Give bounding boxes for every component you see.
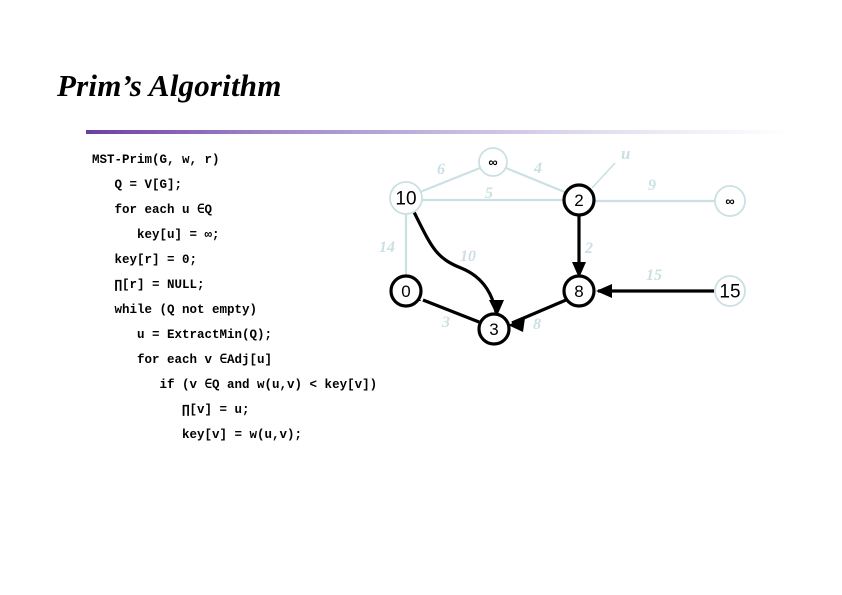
edge-weight-w10: 10	[460, 248, 476, 265]
graph-node-inf-right: ∞	[714, 185, 746, 217]
pointer-leader-line	[591, 162, 616, 189]
node-label: ∞	[488, 155, 497, 170]
node-label: 0	[401, 282, 410, 301]
graph-node-n15: 15	[714, 275, 746, 307]
graph-node-n2: 2	[562, 183, 596, 217]
edge-weight-w2: 2	[584, 240, 593, 257]
edge-weight-w15: 15	[646, 267, 662, 284]
node-label: 8	[574, 282, 583, 301]
graph-node-n8: 8	[562, 274, 596, 308]
node-label: 10	[395, 189, 416, 210]
graph-node-n0: 0	[389, 274, 423, 308]
graph-node-n10: 10	[389, 181, 423, 215]
edge-weight-w3: 3	[441, 314, 450, 331]
dim-edges	[404, 166, 715, 276]
node-label: ∞	[725, 194, 734, 209]
graph-edge-labels: 6 4 5 9 14 10 2 15 3 8	[379, 160, 662, 333]
tree-edges	[412, 211, 714, 325]
edge-weight-w6: 6	[437, 161, 445, 178]
node-label: 15	[719, 282, 740, 303]
graph-node-n3: 3	[477, 312, 511, 346]
node-label: 2	[574, 191, 583, 210]
edge-3-0	[422, 298, 480, 324]
edge-weight-w9: 9	[648, 177, 656, 194]
edge-10-inftop	[419, 166, 481, 194]
pointer-label-u: u	[621, 144, 630, 163]
edge-weight-w5: 5	[485, 185, 493, 202]
node-label: 3	[489, 320, 498, 339]
edge-weight-w8: 8	[533, 316, 541, 333]
edge-weight-w4: 4	[533, 160, 542, 177]
arrowhead-at-8-from-15	[596, 284, 612, 298]
graph-node-inf-top: ∞	[478, 147, 508, 177]
edge-weight-w14: 14	[379, 239, 395, 256]
graph-figure: ∞ 10 2 ∞ 0 8 15 3 6 4 5 9 14 10 2 15 3 8 u	[379, 144, 746, 346]
graph-pointer-label: u	[621, 144, 630, 163]
slide-canvas: Prim’s Algorithm MST-Prim(G, w, r) Q = V…	[0, 0, 842, 595]
edge-10-3-curve	[412, 211, 498, 313]
